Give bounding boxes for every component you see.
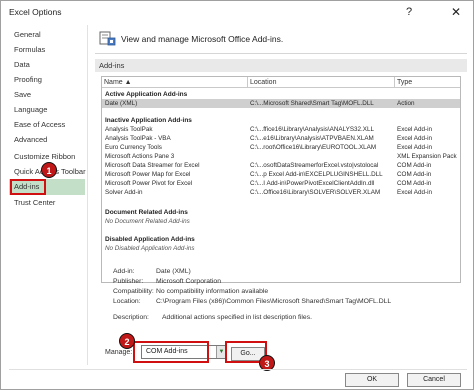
cell-name: Analysis ToolPak - VBA	[105, 135, 171, 142]
add-ins-table: Name ▲ Location Type Active Application …	[101, 76, 461, 283]
table-row[interactable]: Microsoft Power Map for Excel C:\...p Ex…	[102, 170, 460, 179]
cell-location: C:\...ffice16\Library\Analysis\ANALYS32.…	[250, 126, 375, 133]
close-icon[interactable]: ✕	[445, 3, 467, 21]
title-bar: Excel Options ? ✕	[1, 1, 473, 23]
excel-options-dialog: Excel Options ? ✕ General Formulas Data …	[0, 0, 474, 390]
detail-value: No compatibility information available	[156, 288, 269, 295]
cell-location: C:\...Office16\Library\SOLVER\SOLVER.XLA…	[250, 189, 381, 196]
cell-type: COM Add-in	[397, 180, 432, 187]
cell-type: COM Add-in	[397, 171, 432, 178]
cell-name: Microsoft Data Streamer for Excel	[105, 162, 200, 169]
detail-key: Publisher:	[113, 278, 144, 285]
table-header: Name ▲ Location Type	[102, 77, 460, 88]
cell-location: C:\...e16\Library\Analysis\ATPVBAEN.XLAM	[250, 135, 374, 142]
step-badge-2: 2	[119, 333, 135, 349]
panel-header: View and manage Microsoft Office Add-ins…	[121, 34, 284, 44]
empty-message-disabled: No Disabled Application Add-ins	[105, 245, 195, 252]
cell-location: C:\...p Excel Add-in\EXCELPLUGINSHELL.DL…	[250, 171, 383, 178]
detail-key: Location:	[113, 298, 141, 305]
ok-button[interactable]: OK	[345, 373, 399, 387]
detail-key: Add-in:	[113, 268, 135, 275]
table-row[interactable]: Solver Add-in C:\...Office16\Library\SOL…	[102, 188, 460, 197]
column-header-name[interactable]: Name ▲	[102, 77, 248, 88]
group-header-active: Active Application Add-ins	[105, 91, 188, 98]
options-sidebar: General Formulas Data Proofing Save Lang…	[9, 25, 86, 355]
table-row[interactable]: Microsoft Actions Pane 3 XML Expansion P…	[102, 152, 460, 161]
cell-type: Excel Add-in	[397, 135, 433, 142]
detail-value: C:\Program Files (x86)\Common Files\Micr…	[156, 298, 392, 305]
table-row[interactable]: Euro Currency Tools C:\...root\Office16\…	[102, 143, 460, 152]
column-header-type[interactable]: Type	[395, 77, 460, 88]
footer-divider	[9, 369, 467, 370]
sidebar-item-trust-center[interactable]: Trust Center	[9, 195, 85, 211]
empty-message-document: No Document Related Add-ins	[105, 218, 190, 225]
table-row[interactable]: Date (XML) C:\...Microsoft Shared\Smart …	[102, 99, 460, 108]
group-header-inactive: Inactive Application Add-ins	[105, 117, 192, 124]
cell-type: Excel Add-in	[397, 144, 433, 151]
table-row[interactable]: Microsoft Power Pivot for Excel C:\...I …	[102, 179, 460, 188]
detail-key: Compatibility:	[113, 288, 154, 295]
cell-type: Action	[397, 100, 415, 107]
header-divider	[95, 53, 467, 54]
sidebar-divider	[87, 25, 88, 365]
dialog-title: Excel Options	[9, 7, 62, 17]
sidebar-item-save[interactable]: Save	[9, 87, 85, 103]
cell-name: Analysis ToolPak	[105, 126, 153, 133]
group-header-document: Document Related Add-ins	[105, 209, 188, 216]
column-header-location[interactable]: Location	[248, 77, 395, 88]
cell-type: XML Expansion Pack	[397, 153, 457, 160]
detail-value: Additional actions specified in list des…	[162, 314, 312, 321]
section-heading: Add-ins	[95, 59, 467, 72]
highlight-box	[133, 341, 209, 363]
add-ins-icon	[99, 31, 116, 46]
cell-type: Excel Add-in	[397, 189, 433, 196]
cell-name: Microsoft Actions Pane 3	[105, 153, 175, 160]
sidebar-item-data[interactable]: Data	[9, 57, 85, 73]
highlight-box	[10, 179, 46, 195]
cell-location: C:\...Microsoft Shared\Smart Tag\MOFL.DL…	[250, 100, 374, 107]
cell-location: C:\...I Add-in\PowerPivotExcelClientAddI…	[250, 180, 375, 187]
detail-key: Description:	[113, 314, 149, 321]
cell-type: Excel Add-in	[397, 126, 433, 133]
table-row[interactable]: Analysis ToolPak C:\...ffice16\Library\A…	[102, 125, 460, 134]
detail-value: Microsoft Corporation	[156, 278, 221, 285]
table-row[interactable]: Microsoft Data Streamer for Excel C:\...…	[102, 161, 460, 170]
add-ins-panel: View and manage Microsoft Office Add-ins…	[95, 25, 467, 365]
cancel-button[interactable]: Cancel	[407, 373, 461, 387]
cell-name: Microsoft Power Pivot for Excel	[105, 180, 193, 187]
sidebar-item-general[interactable]: General	[9, 27, 85, 43]
help-icon[interactable]: ?	[399, 3, 419, 21]
sidebar-item-ease-of-access[interactable]: Ease of Access	[9, 117, 85, 133]
cell-location: C:\...osoftDataStreamerforExcel.vsto|vst…	[250, 162, 379, 169]
cell-name: Date (XML)	[105, 100, 138, 107]
cell-name: Euro Currency Tools	[105, 144, 162, 151]
table-row[interactable]: Analysis ToolPak - VBA C:\...e16\Library…	[102, 134, 460, 143]
step-badge-1: 1	[41, 162, 57, 178]
cell-name: Solver Add-in	[105, 189, 143, 196]
sidebar-item-advanced[interactable]: Advanced	[9, 132, 85, 148]
manage-label: Manage:	[105, 349, 133, 356]
detail-value: Date (XML)	[156, 268, 191, 275]
cell-name: Microsoft Power Map for Excel	[105, 171, 191, 178]
sidebar-item-language[interactable]: Language	[9, 102, 85, 118]
sidebar-item-formulas[interactable]: Formulas	[9, 42, 85, 58]
sidebar-item-proofing[interactable]: Proofing	[9, 72, 85, 88]
sidebar-item-add-ins[interactable]: Add-ins	[9, 179, 85, 195]
group-header-disabled: Disabled Application Add-ins	[105, 236, 195, 243]
cell-type: COM Add-in	[397, 162, 432, 169]
cell-location: C:\...root\Office16\Library\EUROTOOL.XLA…	[250, 144, 377, 151]
